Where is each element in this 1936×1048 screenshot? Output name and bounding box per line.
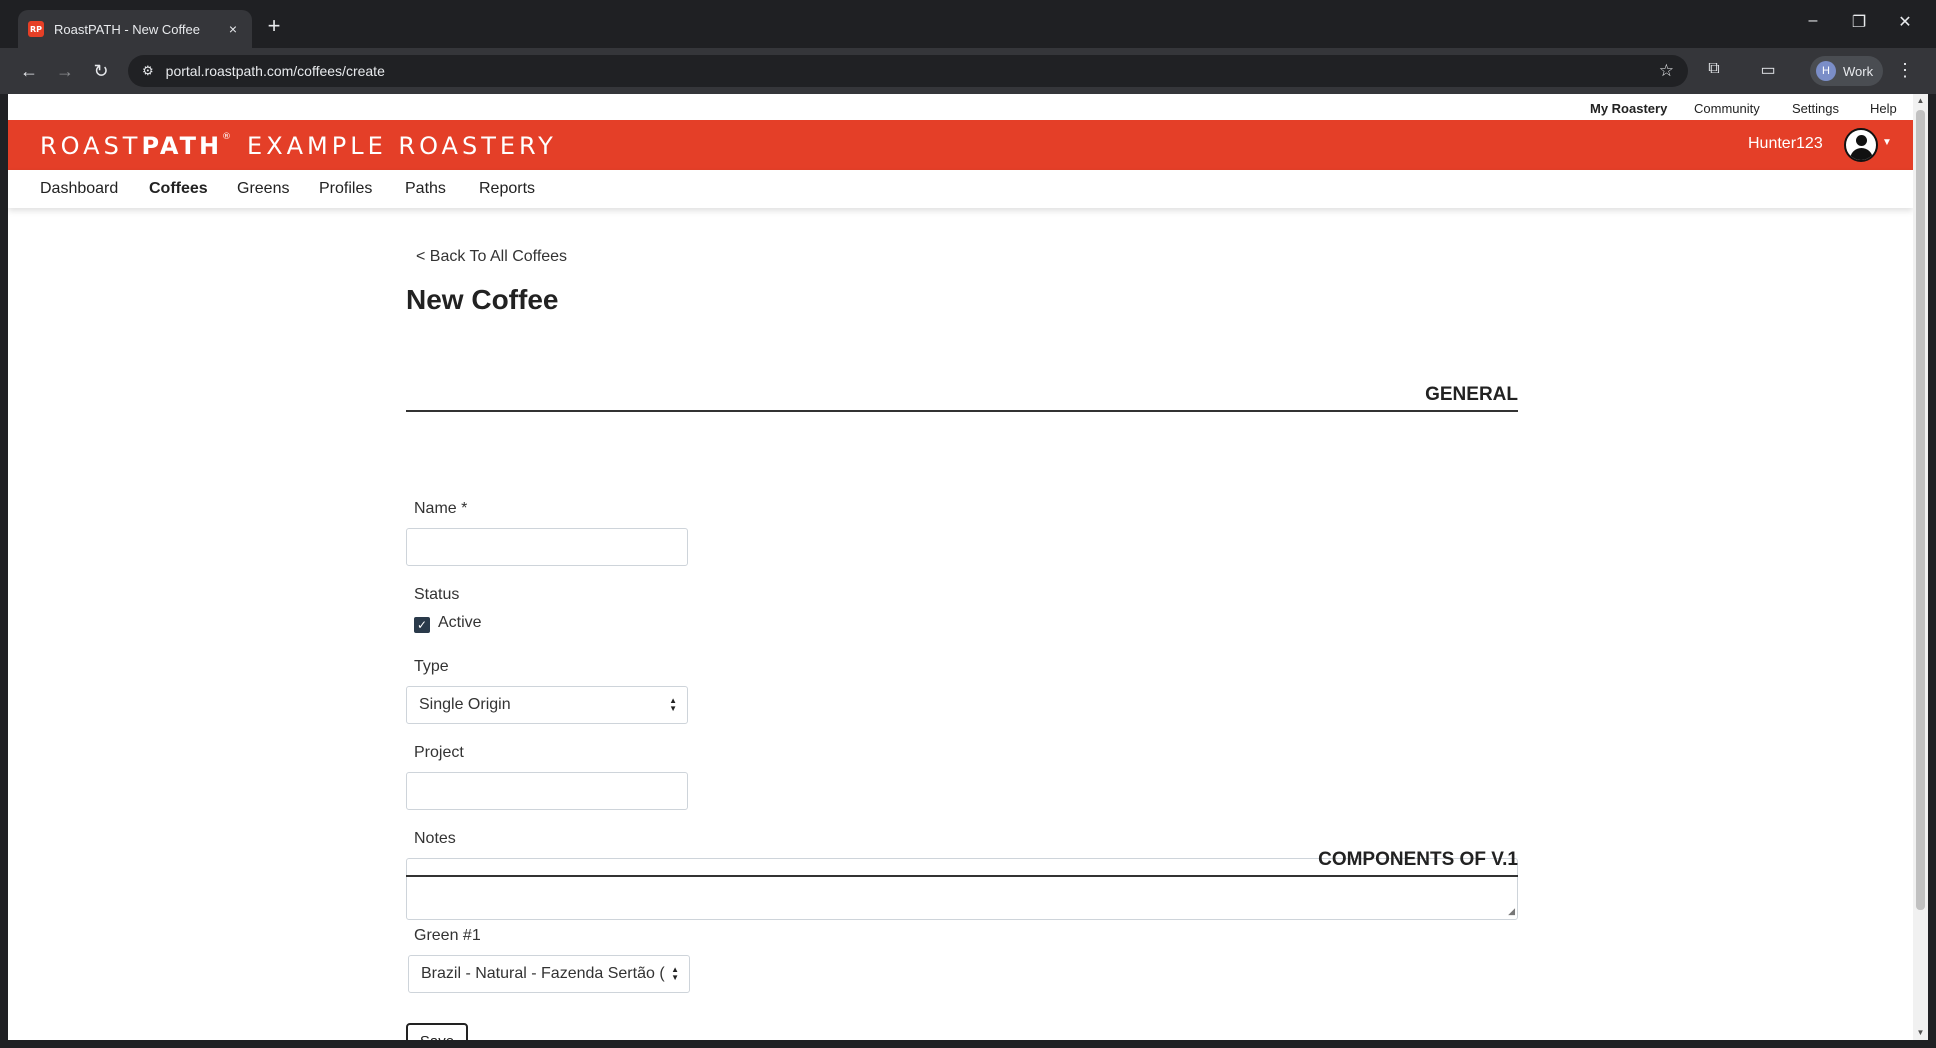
bookmark-star-icon[interactable]: ☆ (1659, 61, 1674, 81)
username[interactable]: Hunter123 (1748, 135, 1823, 153)
address-bar[interactable]: ⚙ portal.roastpath.com/coffees/create ☆ (128, 55, 1688, 87)
profile-button[interactable]: H Work (1810, 56, 1884, 86)
tab-title: RoastPATH - New Coffee (54, 21, 200, 37)
help-link[interactable]: Help (1870, 101, 1897, 116)
brand-name-bold: PATH (141, 132, 223, 160)
select-arrows-icon: ▲ ▼ (669, 696, 677, 713)
status-label: Status (414, 586, 460, 603)
back-arrow-icon[interactable]: ← (16, 58, 42, 84)
nav-reports[interactable]: Reports (479, 180, 535, 198)
active-label[interactable]: Active (438, 614, 482, 632)
minimize-icon[interactable]: – (1798, 12, 1828, 30)
brand-name-light: ROAST (40, 132, 142, 160)
nav-profiles[interactable]: Profiles (319, 180, 372, 198)
green-1-label: Green #1 (414, 927, 481, 944)
page-title: New Coffee (406, 284, 559, 315)
my-roastery-link[interactable]: My Roastery (1590, 101, 1667, 116)
nav-dashboard[interactable]: Dashboard (40, 180, 118, 198)
settings-link[interactable]: Settings (1792, 101, 1839, 116)
components-section-title: COMPONENTS OF V.1 (1318, 849, 1518, 870)
cast-icon[interactable]: ▭ (1756, 60, 1780, 80)
utility-links: My Roastery Community Settings Help (8, 94, 1913, 120)
project-label: Project (414, 744, 464, 761)
browser-menu-icon[interactable]: ⋮ (1896, 60, 1914, 81)
new-tab-icon[interactable]: + (262, 14, 286, 38)
general-section-header: GENERAL (406, 380, 1518, 412)
browser-toolbar: ← → ↻ ⚙ portal.roastpath.com/coffees/cre… (0, 48, 1936, 94)
roastpath-favicon-icon: RP (28, 21, 44, 37)
url-text[interactable]: portal.roastpath.com/coffees/create (166, 63, 1659, 79)
registered-mark: ® (222, 132, 232, 142)
components-section: COMPONENTS OF V.1 Green #1 Brazil - Natu… (406, 845, 1518, 1040)
select-arrows-icon: ▲ ▼ (671, 965, 679, 982)
type-select-value: Single Origin (419, 696, 511, 713)
close-window-icon[interactable]: ✕ (1890, 12, 1920, 32)
profile-avatar: H (1816, 61, 1836, 81)
extensions-icon[interactable]: ⧉ (1702, 60, 1726, 78)
brand-bar: ROASTPATH® EXAMPLE ROASTERY Hunter123 ▼ (8, 120, 1913, 170)
type-label: Type (414, 658, 449, 675)
type-select[interactable]: Single Origin ▲ ▼ (406, 686, 688, 724)
project-input[interactable] (406, 772, 688, 810)
main-nav: Dashboard Coffees Greens Profiles Paths … (8, 170, 1913, 208)
nav-greens[interactable]: Greens (237, 180, 289, 198)
name-label: Name * (414, 500, 468, 517)
tab-strip: RP RoastPATH - New Coffee × + – ❐ ✕ (0, 0, 1936, 48)
general-section-title: GENERAL (1425, 384, 1518, 405)
roastpath-logo[interactable]: ROASTPATH® EXAMPLE ROASTERY (40, 132, 557, 160)
green-1-select[interactable]: Brazil - Natural - Fazenda Sertão ( ▲ ▼ (408, 955, 690, 993)
roastery-name: EXAMPLE ROASTERY (247, 132, 557, 160)
site-settings-icon[interactable]: ⚙ (142, 63, 154, 79)
scroll-down-icon[interactable]: ▼ (1915, 1028, 1926, 1037)
back-to-coffees-link[interactable]: < Back To All Coffees (416, 248, 567, 266)
nav-paths[interactable]: Paths (405, 180, 446, 198)
page-scrollbar[interactable]: ▲ ▼ (1913, 94, 1928, 1040)
scroll-thumb[interactable] (1916, 110, 1925, 910)
user-avatar-icon[interactable] (1844, 128, 1878, 162)
active-checkbox[interactable]: ✓ (414, 617, 430, 633)
profile-label: Work (1843, 63, 1874, 79)
components-section-rule: COMPONENTS OF V.1 (406, 845, 1518, 877)
nav-coffees[interactable]: Coffees (149, 180, 208, 198)
community-link[interactable]: Community (1694, 101, 1760, 116)
forward-arrow-icon[interactable]: → (52, 58, 78, 84)
scroll-up-icon[interactable]: ▲ (1915, 96, 1926, 105)
name-input[interactable] (406, 528, 688, 566)
tab-close-icon[interactable]: × (224, 21, 242, 37)
save-button[interactable]: Save (406, 1023, 468, 1040)
green-1-select-value: Brazil - Natural - Fazenda Sertão ( (421, 965, 665, 982)
reload-icon[interactable]: ↻ (88, 58, 114, 84)
browser-tab[interactable]: RP RoastPATH - New Coffee × (18, 10, 252, 48)
restore-icon[interactable]: ❐ (1844, 12, 1874, 32)
user-menu-caret-icon[interactable]: ▼ (1882, 137, 1892, 148)
